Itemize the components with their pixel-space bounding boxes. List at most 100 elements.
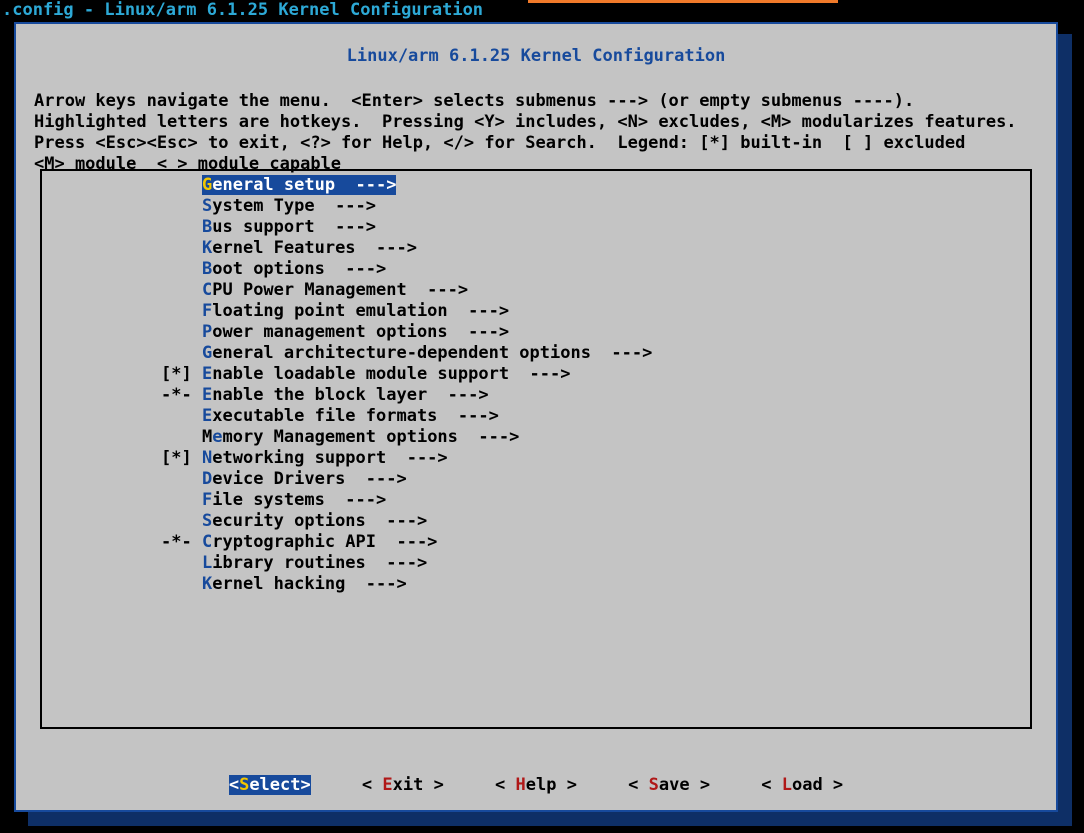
menu-item-label: Boot options ---> [202,259,386,279]
exit-button[interactable]: < Exit > [362,775,444,795]
menu-item-indicator [42,511,202,532]
menu-item-label: Bus support ---> [202,217,376,237]
menu-item-label: Cryptographic API ---> [202,532,437,552]
menu-item[interactable]: -*- Enable the block layer ---> [42,385,1030,406]
hotkey-letter: B [202,217,212,237]
menu-item-indicator: -*- [42,532,202,553]
save-button[interactable]: < Save > [628,775,710,795]
menu-item[interactable]: Security options ---> [42,511,1030,532]
hotkey-letter: C [202,280,212,300]
hotkey-letter: E [202,406,212,426]
menu-item[interactable]: Library routines ---> [42,553,1030,574]
hotkey-letter: E [382,775,392,795]
hotkey-letter: e [212,427,222,447]
menu-item-label: Enable loadable module support ---> [202,364,570,384]
hotkey-letter: C [202,532,212,552]
select-button[interactable]: <Select> [229,775,311,795]
menu-item-indicator [42,553,202,574]
menu-item[interactable]: Bus support ---> [42,217,1030,238]
menu-item-indicator [42,469,202,490]
hotkey-letter: K [202,238,212,258]
menu-item[interactable]: File systems ---> [42,490,1030,511]
hotkey-letter: D [202,469,212,489]
menu-list[interactable]: General setup ---> System Type ---> Bus … [40,169,1032,729]
menu-item[interactable]: Device Drivers ---> [42,469,1030,490]
menu-item[interactable]: Kernel Features ---> [42,238,1030,259]
dialog-title: Linux/arm 6.1.25 Kernel Configuration [16,46,1056,67]
menu-item-label: Power management options ---> [202,322,509,342]
decorative-strip [528,0,838,3]
menu-item-indicator [42,490,202,511]
hotkey-letter: E [202,385,212,405]
menu-item-label: Memory Management options ---> [202,427,519,447]
menu-item[interactable]: General setup ---> [42,175,1030,196]
help-line: Press <Esc><Esc> to exit, <?> for Help, … [34,133,965,153]
menu-item-indicator [42,175,202,196]
menu-item[interactable]: Power management options ---> [42,322,1030,343]
help-button[interactable]: < Help > [495,775,577,795]
menu-item[interactable]: General architecture-dependent options -… [42,343,1030,364]
menu-item[interactable]: System Type ---> [42,196,1030,217]
menu-item-label: CPU Power Management ---> [202,280,468,300]
hotkey-letter: P [202,322,212,342]
menu-item[interactable]: Executable file formats ---> [42,406,1030,427]
help-line: Arrow keys navigate the menu. <Enter> se… [34,91,914,111]
menu-item-label: Networking support ---> [202,448,448,468]
menu-item[interactable]: Kernel hacking ---> [42,574,1030,595]
menu-item-indicator [42,217,202,238]
hotkey-letter: F [202,490,212,510]
window-titlebar: .config - Linux/arm 6.1.25 Kernel Config… [0,0,1084,22]
hotkey-letter: F [202,301,212,321]
terminal-window: .config - Linux/arm 6.1.25 Kernel Config… [0,0,1084,833]
menu-item-label: Device Drivers ---> [202,469,407,489]
menu-item[interactable]: -*- Cryptographic API ---> [42,532,1030,553]
button-bar: <Select> < Exit > < Help > < Save > < Lo… [16,775,1056,796]
hotkey-letter: G [202,175,212,195]
hotkey-letter: S [239,775,249,795]
menu-item-label: General setup ---> [202,175,396,195]
menu-item-label: General architecture-dependent options -… [202,343,652,363]
hotkey-letter: L [782,775,792,795]
menu-item-indicator [42,301,202,322]
menu-item-label: System Type ---> [202,196,376,216]
menu-item-indicator [42,196,202,217]
menu-item-label: Security options ---> [202,511,427,531]
hotkey-letter: G [202,343,212,363]
menu-item-indicator: [*] [42,448,202,469]
menu-item-indicator [42,280,202,301]
menu-item-indicator: -*- [42,385,202,406]
menu-item-indicator [42,238,202,259]
window-shadow-bottom [28,812,1072,826]
menu-item-label: Library routines ---> [202,553,427,573]
menu-item-indicator [42,259,202,280]
hotkey-letter: H [516,775,526,795]
menu-item[interactable]: Floating point emulation ---> [42,301,1030,322]
menu-item-label: Kernel hacking ---> [202,574,407,594]
menu-item-label: Enable the block layer ---> [202,385,489,405]
menu-item[interactable]: Boot options ---> [42,259,1030,280]
menu-item[interactable]: [*] Networking support ---> [42,448,1030,469]
hotkey-letter: E [202,364,212,384]
menu-item[interactable]: Memory Management options ---> [42,427,1030,448]
menu-item[interactable]: [*] Enable loadable module support ---> [42,364,1030,385]
menu-item-indicator [42,406,202,427]
menuconfig-window: Linux/arm 6.1.25 Kernel Configuration Ar… [14,22,1058,812]
menu-item-indicator [42,343,202,364]
hotkey-letter: B [202,259,212,279]
load-button[interactable]: < Load > [761,775,843,795]
window-shadow-right [1058,34,1072,824]
menu-item-indicator: [*] [42,364,202,385]
menu-item-indicator [42,322,202,343]
help-line: Highlighted letters are hotkeys. Pressin… [34,112,1017,132]
hotkey-letter: K [202,574,212,594]
menu-item-indicator [42,427,202,448]
help-text: Arrow keys navigate the menu. <Enter> se… [34,70,1042,175]
menu-item-indicator [42,574,202,595]
hotkey-letter: S [202,511,212,531]
hotkey-letter: L [202,553,212,573]
menu-item-label: Executable file formats ---> [202,406,499,426]
hotkey-letter: S [649,775,659,795]
menu-item-label: Floating point emulation ---> [202,301,509,321]
menu-item[interactable]: CPU Power Management ---> [42,280,1030,301]
menu-item-label: Kernel Features ---> [202,238,417,258]
